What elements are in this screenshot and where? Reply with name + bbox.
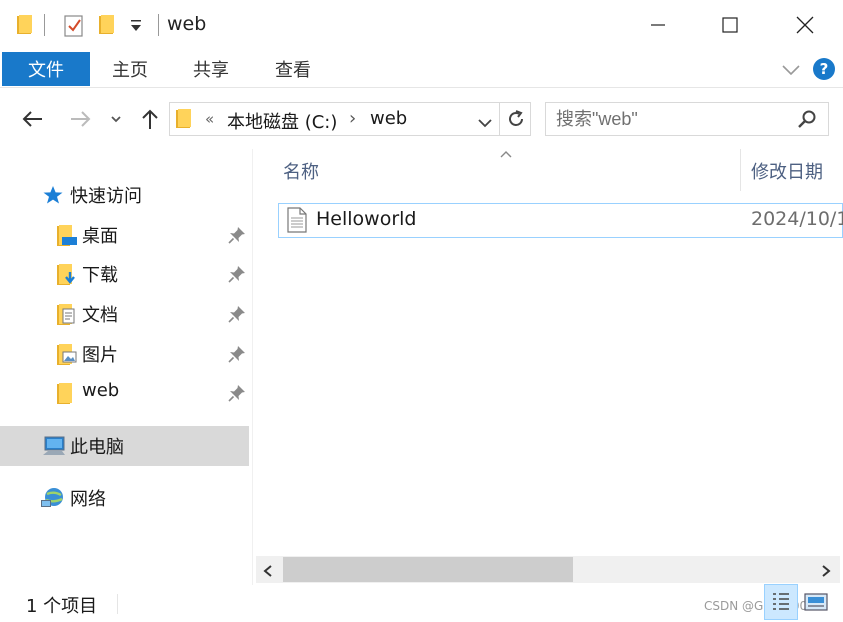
breadcrumb-separator[interactable]: › (349, 108, 356, 129)
tab-file[interactable]: 文件 (2, 52, 90, 86)
help-button[interactable]: ? (813, 58, 835, 80)
back-arrow-icon (22, 111, 42, 127)
network-icon (40, 486, 66, 515)
address-dropdown-icon[interactable] (477, 114, 493, 133)
nav-label: 文档 (82, 305, 118, 326)
customize-toolbar-dropdown-icon[interactable] (130, 18, 142, 37)
column-separator[interactable] (740, 149, 741, 191)
search-icon[interactable] (797, 109, 817, 133)
column-header-name[interactable]: 名称 (283, 158, 319, 184)
close-icon (796, 16, 814, 34)
address-bar[interactable]: « 本地磁盘 (C:) › web (169, 102, 531, 136)
nav-item-pictures[interactable]: 图片 (0, 335, 249, 373)
nav-label: 图片 (82, 345, 118, 366)
scroll-right-icon[interactable] (820, 563, 832, 582)
nav-quick-access[interactable]: 快速访问 (0, 176, 249, 214)
status-separator (117, 594, 118, 614)
pin-icon[interactable] (228, 305, 246, 328)
nav-label: 此电脑 (70, 437, 124, 458)
up-button[interactable] (137, 103, 163, 135)
pictures-folder-icon (56, 343, 78, 372)
maximize-icon (722, 17, 738, 33)
desktop-folder-icon (56, 224, 78, 253)
minimize-icon (651, 24, 665, 26)
tab-home[interactable]: 主页 (112, 52, 148, 86)
refresh-icon[interactable] (506, 109, 526, 133)
nav-item-web[interactable]: web (0, 374, 249, 412)
nav-label: web (82, 380, 120, 401)
nav-item-network[interactable]: 网络 (0, 479, 249, 517)
forward-button[interactable] (67, 103, 95, 135)
computer-icon (42, 435, 66, 462)
title-bar: web (0, 0, 843, 50)
star-icon (42, 185, 64, 210)
downloads-folder-icon (56, 263, 78, 292)
up-arrow-icon (142, 109, 158, 129)
search-input[interactable] (545, 102, 829, 136)
pin-icon[interactable] (228, 384, 246, 407)
back-button[interactable] (18, 103, 46, 135)
minimize-button[interactable] (636, 6, 680, 44)
column-header-modified[interactable]: 修改日期 (751, 158, 823, 184)
chevron-down-icon (111, 116, 121, 123)
breadcrumb-web[interactable]: web (370, 108, 407, 129)
file-name: Helloworld (316, 208, 417, 230)
address-divider (499, 103, 500, 135)
recent-locations-button[interactable] (107, 103, 125, 135)
text-file-icon (287, 207, 307, 237)
address-overflow[interactable]: « (205, 110, 214, 128)
nav-label: 桌面 (82, 226, 118, 247)
navigation-pane: 快速访问 桌面 下载 文档 图片 web 此电脑 网络 (0, 149, 252, 585)
nav-item-documents[interactable]: 文档 (0, 295, 249, 333)
nav-item-desktop[interactable]: 桌面 (0, 216, 249, 254)
folder-icon (175, 108, 193, 134)
nav-item-this-pc[interactable]: 此电脑 (0, 426, 249, 466)
maximize-button[interactable] (708, 6, 752, 44)
details-view-icon (773, 593, 789, 610)
large-icons-view-icon (804, 593, 828, 611)
pin-icon[interactable] (228, 226, 246, 249)
window-title: web (167, 13, 207, 35)
file-modified-date: 2024/10/1 (751, 208, 843, 230)
breadcrumb-local-disk[interactable]: 本地磁盘 (C:) (227, 108, 337, 134)
close-button[interactable] (783, 6, 827, 44)
nav-item-downloads[interactable]: 下载 (0, 255, 249, 293)
tab-view[interactable]: 查看 (275, 52, 311, 86)
title-separator (158, 14, 159, 36)
scrollbar-thumb[interactable] (283, 557, 573, 582)
ribbon: 文件 主页 共享 查看 (0, 50, 843, 88)
properties-icon[interactable] (63, 14, 85, 42)
nav-label: 下载 (82, 265, 118, 286)
forward-arrow-icon (71, 111, 91, 127)
new-folder-icon[interactable] (98, 14, 116, 40)
tab-share[interactable]: 共享 (193, 52, 229, 86)
details-view-button[interactable] (764, 584, 798, 620)
nav-label: 网络 (70, 489, 106, 510)
item-count: 1 个项目 (26, 596, 98, 617)
folder-icon (56, 382, 74, 411)
documents-folder-icon (56, 303, 78, 332)
large-icons-view-button[interactable] (799, 584, 833, 620)
pin-icon[interactable] (228, 345, 246, 368)
expand-ribbon-icon[interactable] (781, 62, 801, 81)
sort-ascending-icon (499, 144, 513, 163)
nav-label: 快速访问 (70, 186, 142, 207)
folder-icon (16, 14, 34, 40)
title-separator (44, 14, 45, 36)
pin-icon[interactable] (228, 265, 246, 288)
scroll-left-icon[interactable] (262, 563, 274, 582)
